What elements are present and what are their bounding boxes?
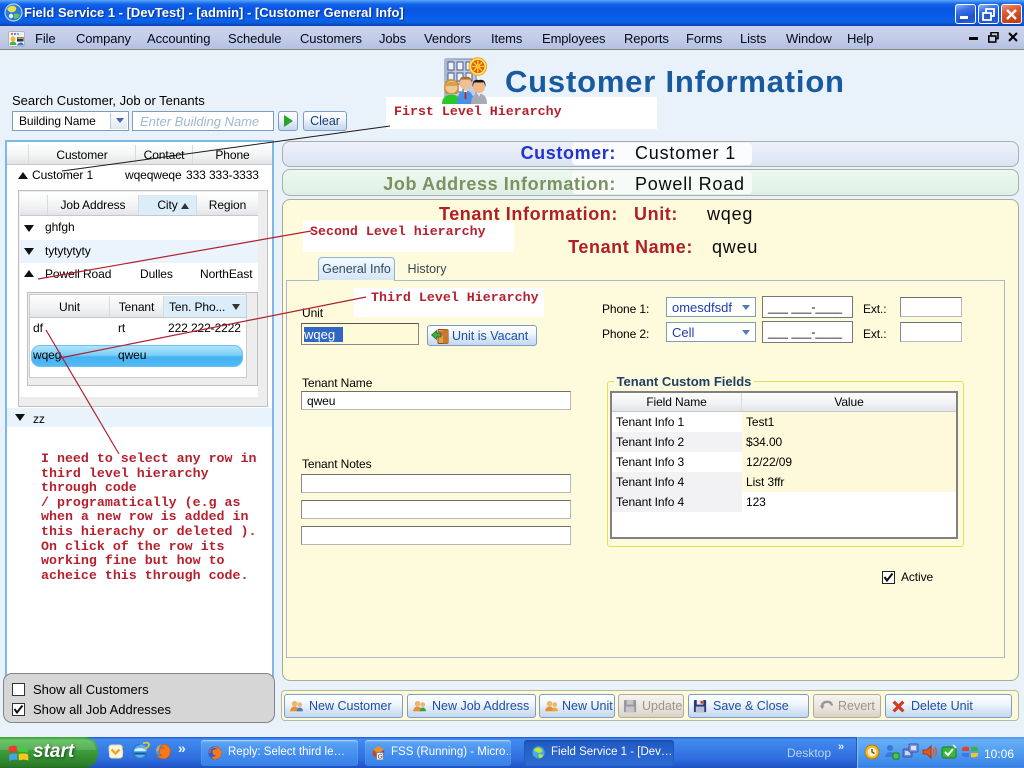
svg-text:G: G (378, 754, 383, 760)
